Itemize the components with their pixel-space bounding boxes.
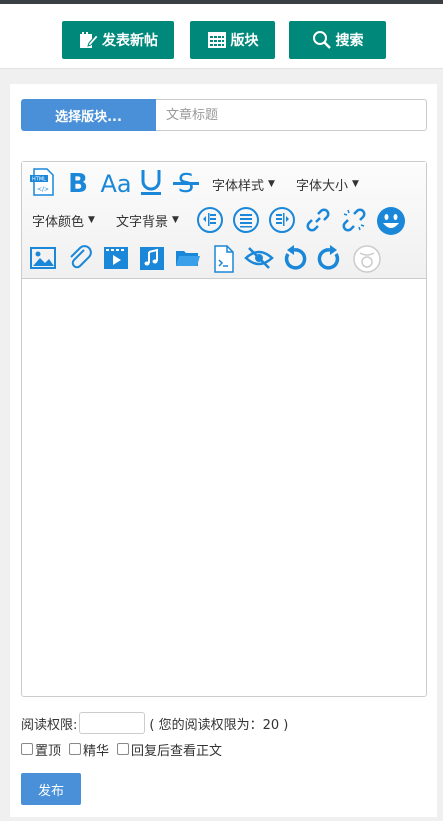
font-style-label: 字体样式: [212, 178, 265, 194]
new-post-button[interactable]: 发表新帖: [62, 21, 174, 59]
strikethrough-icon[interactable]: S: [172, 168, 200, 196]
music-icon[interactable]: [138, 244, 166, 272]
align-left-icon[interactable]: [196, 206, 224, 234]
redo-icon[interactable]: [316, 244, 344, 272]
image-icon[interactable]: [28, 244, 58, 272]
attachment-icon[interactable]: [66, 244, 94, 272]
sticky-checkbox[interactable]: [21, 743, 33, 755]
caret-down-icon: ▼: [268, 179, 275, 189]
text-background-label: 文字背景: [116, 214, 169, 230]
unlink-icon[interactable]: [340, 206, 368, 234]
publish-button[interactable]: 发布: [21, 773, 81, 805]
align-right-icon[interactable]: [268, 206, 296, 234]
sticky-option[interactable]: 置顶: [21, 740, 61, 759]
video-icon[interactable]: [102, 244, 130, 272]
featured-option[interactable]: 精华: [69, 740, 109, 759]
read-permission-label: 阅读权限:: [21, 717, 78, 733]
reply-to-view-option[interactable]: 回复后查看正文: [117, 740, 222, 759]
sticky-label: 置顶: [35, 743, 62, 759]
font-icon[interactable]: Aa: [100, 168, 132, 196]
search-label: 搜索: [335, 33, 364, 49]
forums-button[interactable]: 版块: [190, 21, 275, 59]
featured-checkbox[interactable]: [69, 743, 82, 755]
caret-down-icon: ▼: [172, 215, 179, 225]
link-icon[interactable]: [304, 206, 332, 234]
html-source-icon[interactable]: HTML </>: [28, 166, 58, 198]
rich-text-editor: HTML </> B Aa S: [21, 161, 427, 697]
read-permission-note: ( 您的阅读权限为：20 ): [149, 717, 289, 733]
featured-label: 精华: [83, 743, 110, 759]
folder-icon[interactable]: [174, 244, 202, 272]
hide-content-icon[interactable]: [244, 244, 274, 272]
editor-toolbar: HTML </> B Aa S: [22, 162, 426, 279]
grid-calendar-icon: [207, 32, 226, 48]
post-composer-panel: 选择版块... HTML </> B Aa: [10, 84, 437, 817]
forum-select-button[interactable]: 选择版块...: [21, 99, 156, 131]
caret-down-icon: ▼: [88, 215, 95, 225]
undo-icon[interactable]: [280, 244, 308, 272]
svg-text:Aa: Aa: [100, 170, 131, 196]
bold-icon[interactable]: B: [64, 168, 92, 196]
svg-text:B: B: [68, 169, 88, 196]
reply-to-view-label: 回复后查看正文: [131, 743, 223, 759]
forums-label: 版块: [230, 33, 259, 49]
search-icon: [312, 31, 331, 49]
align-center-icon[interactable]: [232, 206, 260, 234]
search-button[interactable]: 搜索: [289, 21, 386, 59]
caret-down-icon: ▼: [352, 179, 359, 189]
top-header-bar: 发表新帖 版块 搜索: [0, 4, 443, 69]
font-size-dropdown[interactable]: 字体大小 ▼: [296, 172, 359, 196]
edit-note-icon: [80, 32, 98, 48]
font-style-dropdown[interactable]: 字体样式 ▼: [212, 172, 275, 196]
post-title-input[interactable]: [156, 99, 427, 131]
svg-text:HTML: HTML: [32, 177, 46, 183]
read-permission-row: 阅读权限: ( 您的阅读权限为：20 ): [21, 712, 288, 734]
read-permission-input[interactable]: [79, 712, 146, 734]
code-icon[interactable]: [210, 244, 238, 274]
font-color-label: 字体颜色: [32, 214, 85, 230]
disabled-badge-icon: [352, 244, 382, 274]
new-post-label: 发表新帖: [102, 33, 158, 49]
emoji-icon[interactable]: [376, 206, 406, 236]
font-color-dropdown[interactable]: 字体颜色 ▼: [32, 208, 95, 232]
underline-icon[interactable]: [138, 167, 164, 197]
editor-content-area[interactable]: [22, 280, 426, 696]
font-size-label: 字体大小: [296, 178, 349, 194]
reply-to-view-checkbox[interactable]: [117, 743, 130, 755]
svg-text:</>: </>: [37, 186, 49, 193]
post-options: 置顶 精华 回复后查看正文: [21, 740, 230, 759]
text-background-dropdown[interactable]: 文字背景 ▼: [116, 208, 179, 232]
